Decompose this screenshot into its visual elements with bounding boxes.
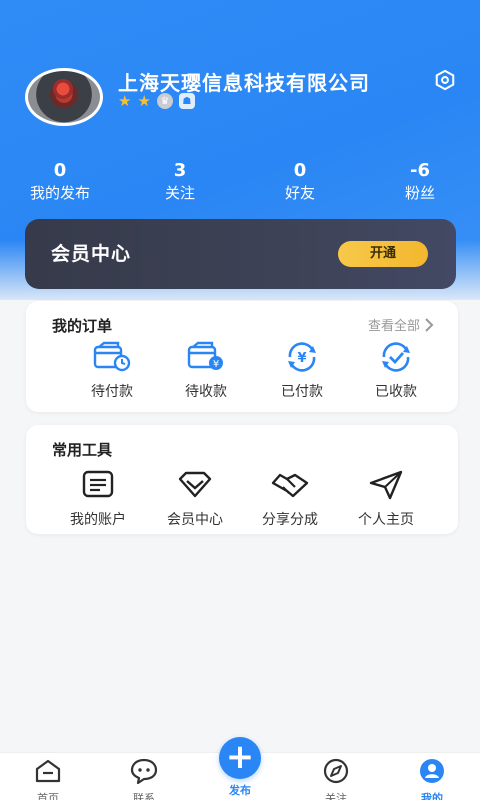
order-label: 已付款	[281, 384, 323, 400]
yuan-refresh-icon: ¥	[288, 342, 316, 372]
tab-home[interactable]: 首页	[0, 757, 96, 800]
handshake-icon	[271, 473, 309, 498]
stat-value: -6	[410, 160, 430, 181]
verified-icon: ☗	[178, 93, 195, 109]
order-paid[interactable]: ¥ 已付款	[252, 341, 352, 401]
crown-icon: ♛	[156, 93, 173, 109]
svg-text:¥: ¥	[213, 359, 219, 370]
stat-following[interactable]: 3 关注	[120, 160, 240, 204]
user-icon	[420, 759, 444, 783]
stat-friends[interactable]: 0 好友	[240, 160, 360, 204]
settings-icon[interactable]	[434, 69, 456, 91]
orders-title: 我的订单	[52, 317, 113, 335]
document-icon	[82, 470, 114, 498]
stat-value: 3	[173, 160, 187, 181]
tab-label: 关注	[325, 792, 347, 800]
tool-label: 个人主页	[358, 512, 414, 528]
tab-mine[interactable]: 我的	[384, 757, 480, 800]
stat-posts[interactable]: 0 我的发布	[0, 160, 120, 204]
compass-icon	[323, 758, 349, 784]
stat-label: 好友	[284, 184, 315, 202]
tool-label: 分享分成	[262, 512, 318, 528]
star-icon: ★	[137, 92, 151, 110]
order-pending-receipt[interactable]: ¥ 待收款	[156, 341, 256, 401]
tool-vip-center[interactable]: 会员中心	[145, 469, 245, 529]
order-label: 已收款	[375, 384, 417, 400]
home-icon	[35, 759, 61, 783]
tool-personal-page[interactable]: 个人主页	[336, 469, 436, 529]
stats-row: 0 我的发布 3 关注 0 好友 -6 粉丝	[0, 160, 480, 206]
wallet-coin-icon: ¥	[187, 341, 223, 370]
send-icon	[369, 470, 403, 500]
tab-contact[interactable]: 联系	[96, 757, 192, 800]
chat-icon	[130, 758, 158, 785]
stat-value: 0	[293, 160, 307, 181]
stat-label: 我的发布	[29, 184, 90, 202]
diamond-icon	[178, 471, 212, 498]
order-label: 待付款	[91, 384, 133, 400]
avatar-image	[48, 79, 78, 99]
tab-label: 联系	[133, 792, 155, 800]
chevron-right-icon	[425, 317, 434, 332]
stat-label: 粉丝	[404, 184, 435, 202]
orders-grid: 待付款 ¥ 待收款 ¥ 已付款 已收款	[26, 341, 458, 405]
check-refresh-icon	[382, 342, 410, 372]
view-all-orders[interactable]: 查看全部	[368, 315, 434, 334]
orders-card: 我的订单 查看全部 待付款 ¥ 待收款 ¥ 已付款 已收款	[26, 301, 458, 412]
tool-share-commission[interactable]: 分享分成	[240, 469, 340, 529]
vip-title: 会员中心	[51, 243, 132, 265]
stat-fans[interactable]: -6 粉丝	[360, 160, 480, 204]
order-label: 待收款	[185, 384, 227, 400]
tools-grid: 我的账户 会员中心 分享分成 个人主页	[26, 469, 458, 533]
tool-label: 我的账户	[70, 512, 126, 528]
tab-label: 首页	[37, 792, 59, 800]
tool-label: 会员中心	[167, 512, 223, 528]
publish-button[interactable]: +	[219, 737, 261, 779]
order-pending-payment[interactable]: 待付款	[62, 341, 162, 401]
order-received[interactable]: 已收款	[346, 341, 446, 401]
tab-publish-label: 发布	[229, 784, 251, 797]
avatar[interactable]	[25, 68, 103, 126]
tool-my-account[interactable]: 我的账户	[48, 469, 148, 529]
stat-value: 0	[53, 160, 67, 181]
company-name: 上海天璎信息科技有限公司	[118, 71, 370, 95]
vip-banner[interactable]: 会员中心 开通	[25, 219, 456, 289]
vip-open-button[interactable]: 开通	[338, 241, 428, 267]
tools-card: 常用工具 我的账户 会员中心 分享分成 个人主页	[26, 425, 458, 534]
stat-label: 关注	[164, 184, 195, 202]
level-badges: ★ ★ ♛ ☗	[118, 93, 195, 109]
star-icon: ★	[118, 92, 132, 110]
wallet-clock-icon	[93, 341, 131, 372]
tab-follow[interactable]: 关注	[288, 757, 384, 800]
svg-text:¥: ¥	[297, 351, 306, 366]
tools-title: 常用工具	[52, 441, 113, 459]
view-all-label: 查看全部	[367, 319, 420, 334]
tab-label: 我的	[421, 792, 443, 800]
